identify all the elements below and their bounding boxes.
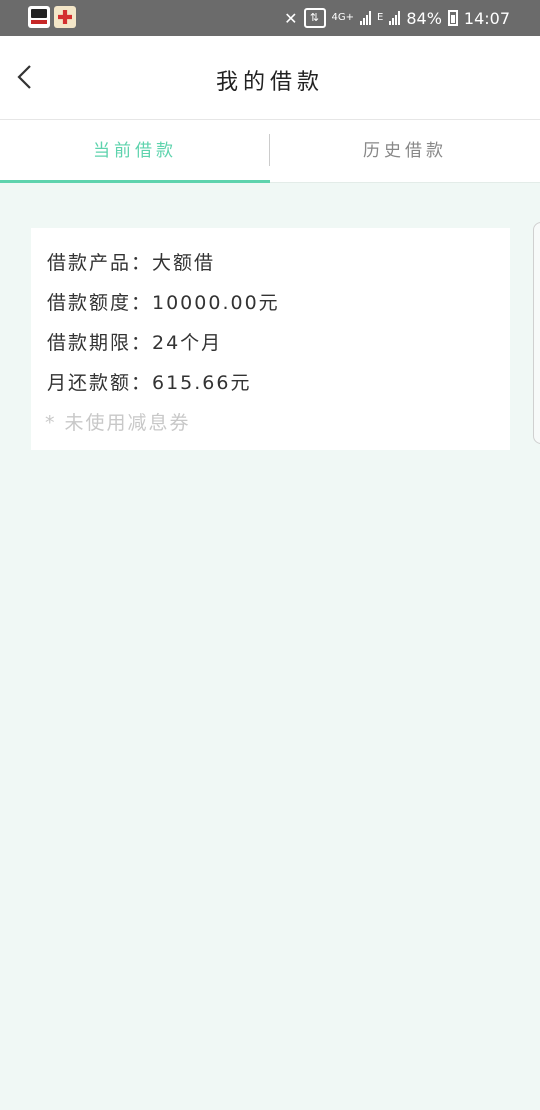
signal-icon	[360, 11, 371, 25]
battery-icon	[447, 10, 458, 26]
network-type: 4G+	[331, 12, 355, 23]
battery-percent: 84%	[406, 8, 442, 28]
tab-current-loans[interactable]: 当前借款	[0, 120, 270, 183]
loan-term: 借款期限：24个月	[47, 332, 223, 354]
side-card-edge	[533, 222, 540, 444]
active-tab-indicator	[0, 180, 270, 183]
coupon-note: * 未使用减息券	[45, 412, 191, 434]
loan-tabs: 当前借款 历史借款	[0, 120, 540, 183]
app-notification-icon	[28, 6, 50, 28]
data-transfer-icon: ⇅	[303, 8, 326, 28]
network-sub: E	[377, 12, 384, 23]
monthly-payment: 月还款额：615.66元	[47, 372, 252, 394]
tab-history-loans[interactable]: 历史借款	[270, 120, 540, 183]
loan-amount: 借款额度：10000.00元	[47, 292, 280, 314]
loan-card[interactable]: 借款产品：大额借 借款额度：10000.00元 借款期限：24个月 月还款额：6…	[31, 228, 510, 450]
signal-icon	[389, 11, 401, 25]
page-title: 我的借款	[215, 70, 324, 95]
mute-icon: ✕	[284, 8, 298, 28]
app-notification-icon	[54, 6, 76, 28]
status-bar: ✕ ⇅ 4G+ E 84% 14:07	[0, 0, 540, 36]
status-indicators: ✕ ⇅ 4G+ E 84% 14:07	[284, 0, 510, 36]
clock: 14:07	[463, 8, 510, 28]
app-header: 我的借款	[0, 36, 540, 120]
loan-product: 借款产品：大额借	[47, 252, 216, 274]
